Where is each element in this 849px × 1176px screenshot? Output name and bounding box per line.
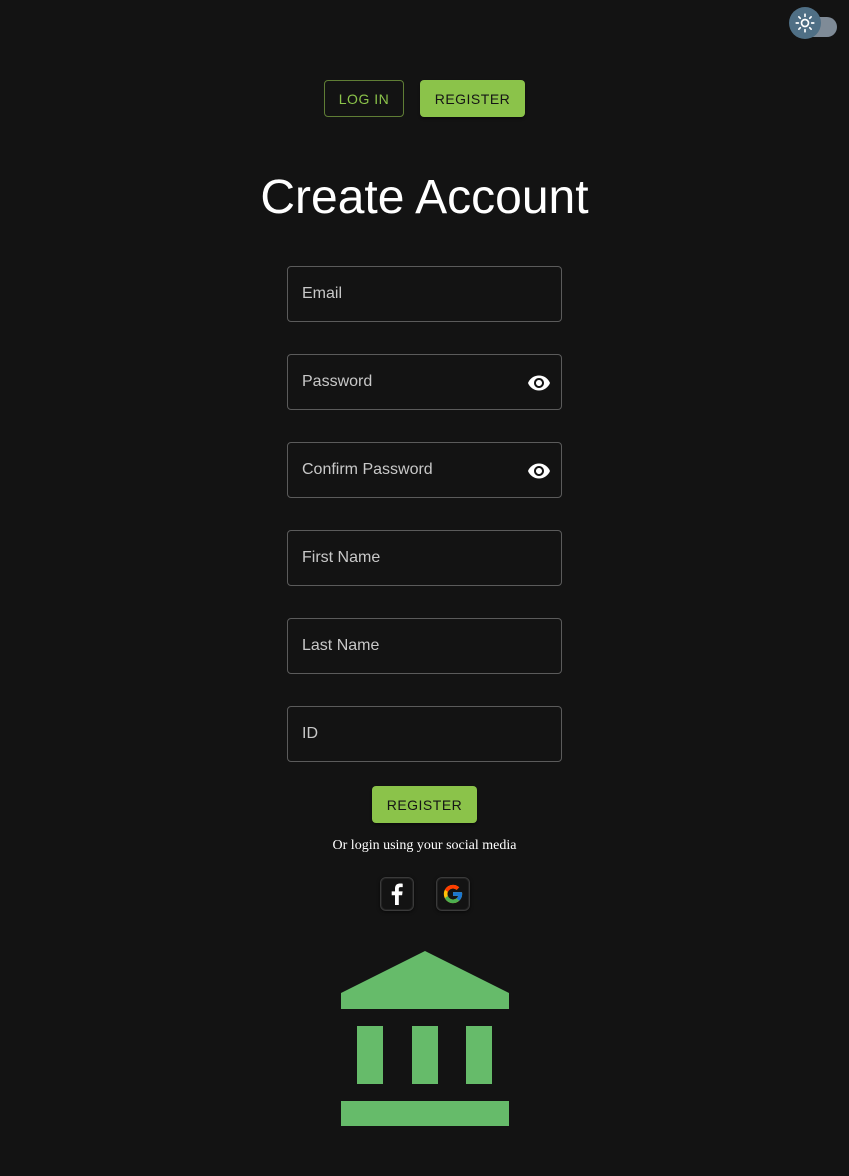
eye-icon[interactable]: [527, 371, 551, 395]
facebook-icon: [391, 883, 403, 905]
last-name-field[interactable]: [287, 618, 562, 674]
id-input[interactable]: [288, 707, 561, 761]
social-login-text: Or login using your social media: [332, 838, 517, 853]
google-login-button[interactable]: [436, 877, 470, 911]
toggle-thumb[interactable]: [789, 7, 821, 39]
email-input[interactable]: [288, 267, 561, 321]
first-name-input[interactable]: [288, 531, 561, 585]
last-name-input[interactable]: [288, 619, 561, 673]
register-page: LOG IN REGISTER Create Account REGISTER …: [0, 0, 849, 1176]
page-title: Create Account: [260, 171, 589, 224]
google-icon: [443, 884, 463, 904]
password-input[interactable]: [288, 355, 561, 409]
password-field[interactable]: [287, 354, 562, 410]
bank-icon: [341, 951, 509, 1126]
first-name-field[interactable]: [287, 530, 562, 586]
login-tab-button[interactable]: LOG IN: [324, 80, 404, 117]
confirm-password-field[interactable]: [287, 442, 562, 498]
eye-icon[interactable]: [527, 459, 551, 483]
email-field[interactable]: [287, 266, 562, 322]
register-submit-button[interactable]: REGISTER: [372, 786, 477, 823]
facebook-login-button[interactable]: [380, 877, 414, 911]
sun-icon: [795, 13, 815, 33]
id-field[interactable]: [287, 706, 562, 762]
theme-toggle[interactable]: [789, 6, 837, 39]
confirm-password-input[interactable]: [288, 443, 561, 497]
register-tab-button[interactable]: REGISTER: [420, 80, 525, 117]
